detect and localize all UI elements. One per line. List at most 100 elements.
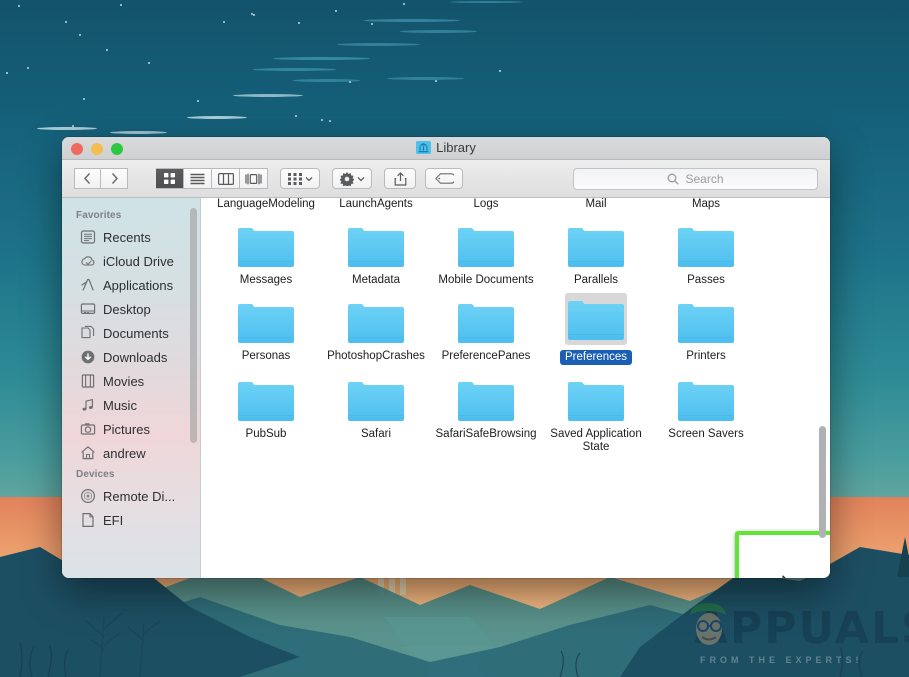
folder-item[interactable]: LaunchAgents (321, 198, 431, 211)
sidebar-item-label: Movies (103, 374, 144, 389)
folder-icon-wrapper (454, 217, 518, 269)
cover-flow-view-button[interactable] (240, 168, 268, 189)
cloud-streak (363, 19, 461, 22)
folder-label: Messages (214, 274, 318, 287)
folder-icon-wrapper (234, 293, 298, 345)
folder-icon (237, 223, 295, 269)
tag-icon (435, 173, 454, 184)
pictures-icon (80, 421, 96, 437)
folder-icon (457, 299, 515, 345)
folder-item[interactable]: Mobile Documents (431, 211, 541, 287)
star (148, 62, 150, 64)
folder-item[interactable]: SafariSafeBrowsing (431, 365, 541, 454)
star (18, 5, 20, 7)
folder-item[interactable]: Logs (431, 198, 541, 211)
folder-item[interactable]: Parallels (541, 211, 651, 287)
sidebar-item-movies[interactable]: Movies (62, 369, 200, 393)
star (499, 70, 501, 72)
icloud-icon (80, 253, 96, 269)
folder-item[interactable]: Maps (651, 198, 761, 211)
sidebar-item-icloud-drive[interactable]: iCloud Drive (62, 249, 200, 273)
navigation-buttons (74, 168, 128, 189)
folder-icon-wrapper (564, 217, 628, 269)
folder-item[interactable]: Saved Application State (541, 365, 651, 454)
column-view-button[interactable] (212, 168, 240, 189)
sidebar-item-recents[interactable]: Recents (62, 225, 200, 249)
finder-window: Library (62, 137, 830, 578)
star (65, 21, 67, 23)
folder-item[interactable]: Mail (541, 198, 651, 211)
star (120, 4, 122, 6)
window-title: Library (62, 140, 830, 155)
file-grid-row: PubSubSafariSafariSafeBrowsingSaved Appl… (211, 365, 820, 454)
cloud-streak (36, 127, 97, 130)
folder-label: Parallels (544, 274, 648, 287)
folder-item[interactable]: Printers (651, 287, 761, 365)
star (197, 100, 199, 102)
icon-view-button[interactable] (156, 168, 184, 189)
folder-icon (347, 223, 405, 269)
content-scrollbar-thumb[interactable] (819, 426, 826, 538)
star (106, 49, 108, 51)
sidebar-item-label: Downloads (103, 350, 167, 365)
watermark-mascot-icon (686, 599, 732, 649)
sidebar-item-label: iCloud Drive (103, 254, 174, 269)
sidebar-item-label: Recents (103, 230, 151, 245)
folder-item[interactable]: Preferences (541, 287, 651, 365)
action-button[interactable] (332, 168, 372, 189)
folder-item[interactable]: PubSub (211, 365, 321, 454)
star (6, 72, 8, 74)
folder-label: Personas (214, 350, 318, 363)
folder-label: PhotoshopCrashes (324, 350, 428, 363)
sidebar-section-heading: Favorites (62, 206, 200, 225)
folder-item[interactable]: Personas (211, 287, 321, 365)
arrange-button[interactable] (280, 168, 320, 189)
cloud-streak (233, 94, 304, 97)
folder-item[interactable]: LanguageModeling (211, 198, 321, 211)
share-button[interactable] (384, 168, 416, 189)
sidebar-section-heading: Devices (62, 465, 200, 484)
sidebar-item-applications[interactable]: Applications (62, 273, 200, 297)
home-icon (80, 445, 96, 461)
cloud-streak (400, 30, 478, 33)
folder-item[interactable]: Safari (321, 365, 431, 454)
sidebar-item-desktop[interactable]: Desktop (62, 297, 200, 321)
file-grid-area[interactable]: LanguageModelingLaunchAgentsLogsMailMaps… (201, 198, 830, 578)
cloud-streak (450, 1, 524, 3)
folder-label: Logs (434, 198, 538, 211)
star (403, 3, 405, 5)
music-icon (80, 397, 96, 413)
sidebar-scrollbar-thumb[interactable] (190, 208, 197, 443)
folder-item[interactable]: PhotoshopCrashes (321, 287, 431, 365)
window-title-text: Library (436, 140, 476, 155)
back-button[interactable] (74, 168, 101, 189)
cloud-streak (386, 77, 464, 80)
cloud-streak (273, 57, 371, 60)
folder-icon-wrapper (674, 293, 738, 345)
folder-icon (457, 377, 515, 423)
forward-button[interactable] (101, 168, 128, 189)
search-icon (667, 173, 679, 185)
search-field[interactable]: Search (573, 168, 818, 190)
sidebar-item-efi[interactable]: EFI (62, 508, 200, 532)
star (349, 81, 351, 83)
list-view-button[interactable] (184, 168, 212, 189)
folder-item[interactable]: Metadata (321, 211, 431, 287)
folder-item[interactable]: Screen Savers (651, 365, 761, 454)
sidebar-item-music[interactable]: Music (62, 393, 200, 417)
sidebar-item-remote-di[interactable]: Remote Di... (62, 484, 200, 508)
sidebar-item-andrew[interactable]: andrew (62, 441, 200, 465)
sidebar-item-pictures[interactable]: Pictures (62, 417, 200, 441)
star (321, 119, 323, 121)
star (79, 34, 81, 36)
folder-item[interactable]: Messages (211, 211, 321, 287)
folder-icon-wrapper (454, 371, 518, 423)
window-titlebar[interactable]: Library (62, 137, 830, 160)
sidebar-item-documents[interactable]: Documents (62, 321, 200, 345)
folder-item[interactable]: Passes (651, 211, 761, 287)
folder-item[interactable]: PreferencePanes (431, 287, 541, 365)
folder-icon-wrapper (674, 217, 738, 269)
sidebar-item-downloads[interactable]: Downloads (62, 345, 200, 369)
movies-icon (80, 373, 96, 389)
tags-button[interactable] (425, 168, 463, 189)
